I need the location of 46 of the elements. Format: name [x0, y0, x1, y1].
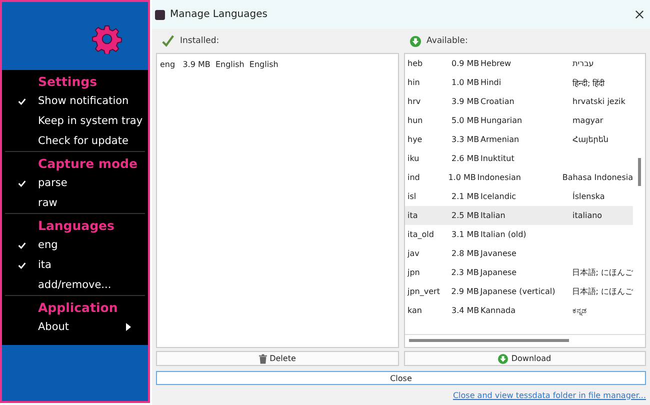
language-row[interactable]: hin 1.0 MB Hindi हिन्दी; हिंदी	[404, 73, 633, 92]
menu-section-title: Capture mode	[37, 155, 138, 173]
tessdata-folder-link[interactable]: Close and view tessdata folder in file manager...	[452, 390, 646, 400]
menu-item[interactable]: eng	[5, 235, 145, 255]
gear-icon[interactable]	[92, 24, 122, 54]
checkmark-icon	[162, 35, 174, 47]
menu-item[interactable]: About	[5, 317, 145, 337]
check-icon	[18, 98, 26, 104]
menu-section-title: Settings	[37, 73, 98, 91]
download-icon	[410, 36, 420, 46]
menu-section-title: Application	[37, 299, 119, 317]
check-icon	[18, 262, 26, 268]
menu-item[interactable]: add/remove...	[5, 275, 145, 295]
language-row[interactable]: ita_old 3.1 MB Italian (old)	[404, 225, 633, 244]
check-icon	[18, 180, 26, 186]
language-row[interactable]: ita 2.5 MB Italian italiano	[404, 206, 633, 225]
trash-icon	[258, 354, 267, 364]
language-row[interactable]: kan 3.4 MB Kannada ಕನ್ನಡ	[404, 301, 633, 320]
installed-heading: Installed:	[180, 36, 220, 46]
language-row[interactable]: jpn_vert 2.9 MB Japanese (vertical) 日本語; にほんご	[404, 282, 633, 301]
menu-item[interactable]: ita	[5, 255, 145, 275]
menu-item[interactable]: Show notification	[5, 91, 145, 111]
language-row[interactable]: hye 3.3 MB Armenian Հայերեն	[404, 130, 633, 149]
menu-item[interactable]: Check for update	[5, 131, 145, 151]
download-icon	[498, 354, 508, 364]
menu-item[interactable]: Keep in system tray	[5, 111, 145, 131]
language-row[interactable]: iku 2.6 MB Inuktitut	[404, 149, 633, 168]
delete-button[interactable]: Delete	[156, 351, 398, 366]
menu-item[interactable]: raw	[5, 193, 145, 213]
available-heading: Available:	[426, 36, 468, 46]
close-button[interactable]: Close	[156, 371, 646, 385]
menu-item[interactable]: parse	[5, 173, 145, 193]
language-row[interactable]: isl 2.1 MB Icelandic Íslenska	[404, 187, 633, 206]
language-row[interactable]: jav 2.8 MB Javanese	[404, 244, 633, 263]
app-icon	[155, 10, 165, 20]
check-icon	[18, 242, 26, 248]
language-row[interactable]: ind 1.0 MB Indonesian Bahasa Indonesia	[404, 168, 633, 187]
close-icon[interactable]	[635, 10, 644, 19]
language-row[interactable]: hrv 3.9 MB Croatian hrvatski jezik	[404, 92, 633, 111]
menu-section-title: Languages	[37, 217, 116, 235]
language-row[interactable]: hun 5.0 MB Hungarian magyar	[404, 111, 633, 130]
language-row[interactable]: jpn 2.3 MB Japanese 日本語; にほんご	[404, 263, 633, 282]
submenu-arrow-icon	[126, 323, 131, 331]
language-row[interactable]: eng 3.9 MB English English	[157, 54, 398, 75]
window-title: Manage Languages	[170, 9, 268, 20]
download-button[interactable]: Download	[404, 351, 646, 366]
